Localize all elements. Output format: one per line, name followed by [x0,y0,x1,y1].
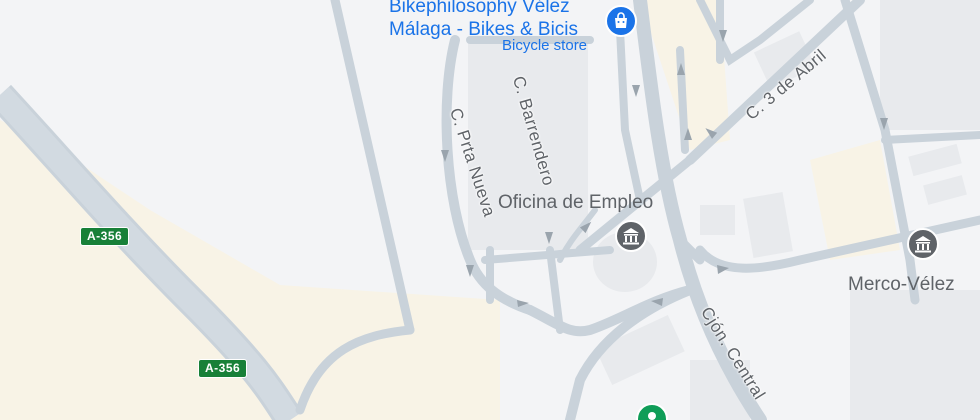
urban-block-ne [880,0,980,130]
shopping-bag-icon[interactable] [604,5,638,39]
government-building-icon[interactable] [906,228,940,262]
map-canvas[interactable]: Bikephilosophy Vélez Málaga - Bikes & Bi… [0,0,980,420]
bike-store-category: Bicycle store [502,37,588,54]
urban-block-e2 [700,205,735,235]
bike-store-name-line1[interactable]: Bikephilosophy Vélez [389,0,570,16]
highway-shield-upper: A-356 [80,227,130,247]
map-pin-green-icon[interactable] [635,402,669,420]
market-name[interactable]: Merco-Vélez [848,275,955,294]
highway-shield-lower: A-356 [198,359,248,379]
employment-office-name[interactable]: Oficina de Empleo [498,193,653,212]
urban-block-se [850,290,980,420]
government-building-icon[interactable] [614,220,648,254]
